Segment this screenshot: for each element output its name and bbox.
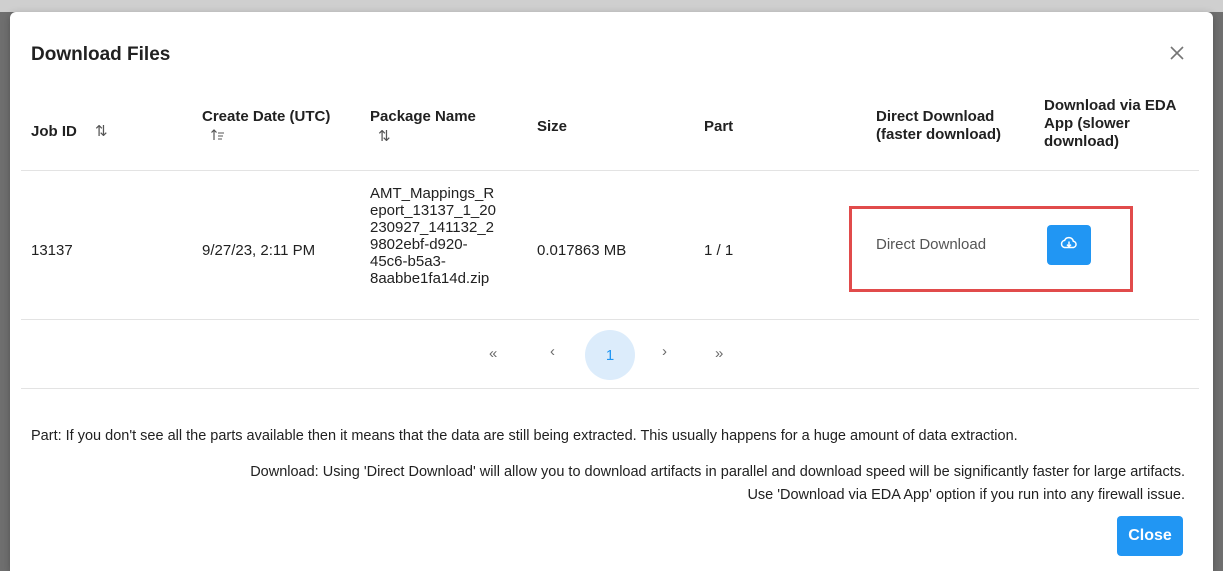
- column-header-create-date[interactable]: Create Date (UTC): [202, 108, 330, 147]
- column-header-eda-download: Download via EDA App (slower download): [1044, 97, 1177, 151]
- download-note-line1: Download: Using 'Direct Download' will a…: [250, 464, 1185, 480]
- part-note: Part: If you don't see all the parts ava…: [31, 428, 1018, 444]
- column-header-package-name[interactable]: Package Name ⇅: [370, 108, 476, 146]
- package-name-line: eport_13137_1_20: [370, 202, 496, 219]
- pager-divider: [21, 388, 1199, 389]
- column-label-line: App (slower: [1044, 115, 1130, 132]
- package-name-line: 9802ebf-d920-: [370, 236, 468, 253]
- column-label-create-date: Create Date (UTC): [202, 108, 331, 125]
- cell-create-date: 9/27/23, 2:11 PM: [202, 242, 316, 259]
- backdrop: [0, 0, 1223, 12]
- sort-icon[interactable]: ⇅: [378, 128, 391, 146]
- pager-first-button[interactable]: «: [489, 345, 497, 362]
- close-button[interactable]: Close: [1117, 516, 1183, 556]
- column-label-job-id: Job ID: [31, 123, 77, 140]
- sort-icon[interactable]: ⇅: [95, 123, 108, 141]
- pager-last-button[interactable]: »: [715, 345, 723, 362]
- column-label-line: download): [1044, 133, 1119, 150]
- dialog-title: Download Files: [31, 44, 171, 65]
- package-name-line: 45c6-b5a3-: [370, 253, 446, 270]
- package-name-line: AMT_Mappings_R: [370, 185, 495, 202]
- row-divider: [21, 319, 1199, 320]
- column-label-line: Download via EDA: [1044, 97, 1177, 114]
- column-header-size: Size: [537, 118, 568, 135]
- header-divider: [21, 170, 1199, 171]
- pager-next-button[interactable]: ›: [662, 343, 667, 360]
- download-note-line2: Use 'Download via EDA App' option if you…: [747, 487, 1185, 503]
- package-name-line: 230927_141132_2: [370, 219, 495, 236]
- column-header-job-id[interactable]: Job ID ⇅: [31, 123, 108, 141]
- highlight-annotation: [849, 206, 1133, 292]
- cell-part: 1 / 1: [704, 242, 734, 259]
- sort-ascending-icon[interactable]: [210, 128, 330, 147]
- column-label-package-name: Package Name: [370, 108, 476, 125]
- column-label-line: (faster download): [876, 126, 1002, 143]
- pager-prev-button[interactable]: ‹: [550, 343, 555, 360]
- cell-size: 0.017863 MB: [537, 242, 627, 259]
- download-files-dialog: Download Files Job ID ⇅ Create Date (UTC…: [10, 12, 1213, 571]
- cell-package-name: AMT_Mappings_R eport_13137_1_20 230927_1…: [370, 185, 496, 287]
- column-header-part: Part: [704, 118, 734, 135]
- column-label-line: Direct Download: [876, 108, 995, 125]
- column-header-direct-download: Direct Download (faster download): [876, 108, 1001, 144]
- close-icon[interactable]: [1166, 42, 1188, 64]
- cell-job-id: 13137: [31, 242, 73, 259]
- pager-page-1[interactable]: 1: [585, 330, 635, 380]
- package-name-line: 8aabbe1fa14d.zip: [370, 270, 490, 287]
